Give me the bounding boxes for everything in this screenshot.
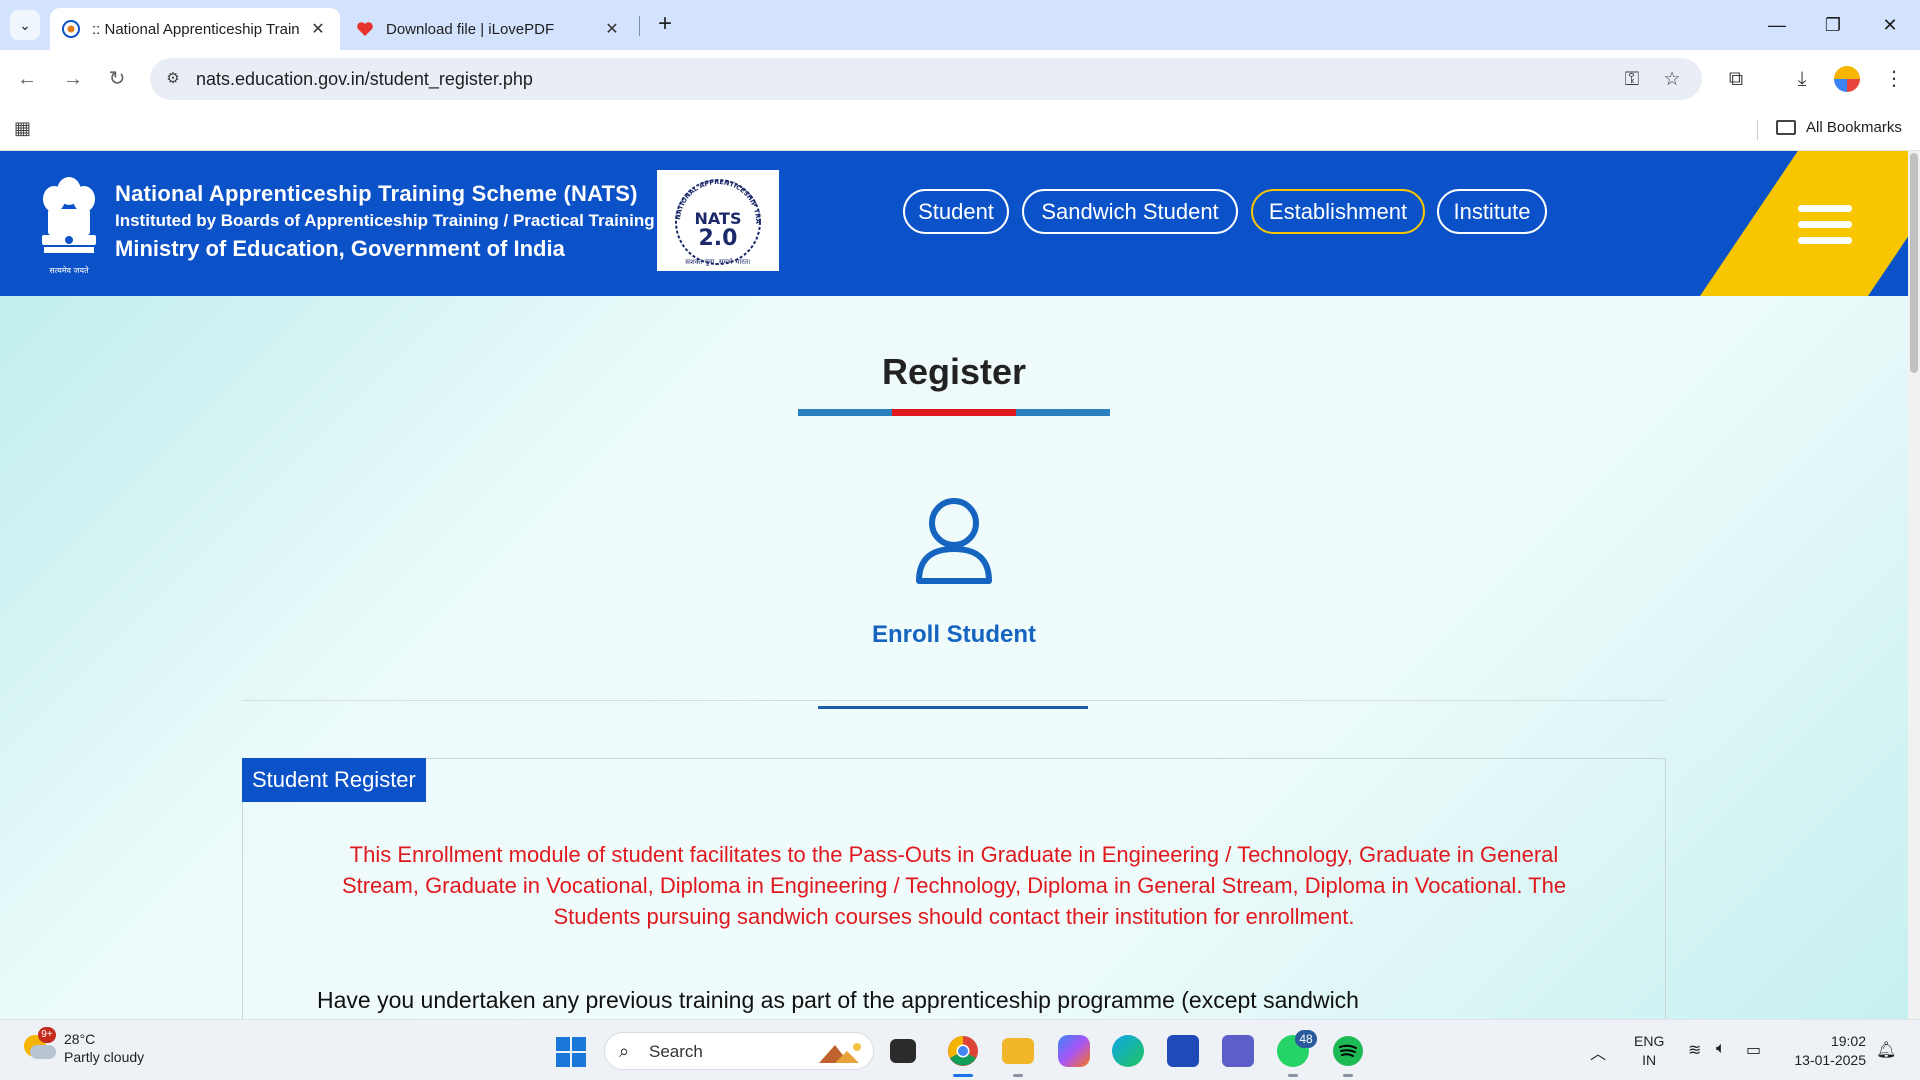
org-subtitle: Instituted by Boards of Apprenticeship T… [115,211,655,230]
heart-icon [357,22,373,36]
running-indicator [1013,1074,1023,1077]
show-hidden-icons-icon[interactable]: ︿ [1590,1040,1606,1064]
page-title: Register [881,351,1027,392]
browser-toolbar: ← → ↻ ⚙ nats.education.gov.in/student_re… [0,50,1920,108]
wifi-icon[interactable]: ≋ [1688,1040,1701,1060]
password-key-icon[interactable]: ⚿ [1620,68,1644,92]
nav-establishment[interactable]: Establishment [1251,189,1425,234]
volume-icon[interactable]: 🔈︎ [1716,1040,1726,1058]
enroll-student-label[interactable]: Enroll Student [800,621,1108,649]
previous-training-question: Have you undertaken any previous trainin… [317,987,1359,1013]
close-icon[interactable]: ✕ [602,19,622,39]
ms-store-icon[interactable] [1167,1035,1199,1067]
organization-title: National Apprenticeship Training Scheme … [115,181,655,262]
battery-icon[interactable]: ▭ [1746,1040,1761,1060]
chrome-active-indicator [953,1074,973,1077]
folder-icon [1776,120,1796,135]
date: 13-01-2025 [1794,1052,1866,1068]
site-info-icon[interactable]: ⚙ [162,68,184,90]
user-icon [916,498,992,584]
temperature: 28°C [64,1031,96,1047]
student-register-tab: Student Register [242,758,426,802]
title-underline [798,409,1110,416]
spotify-icon[interactable] [1332,1035,1364,1067]
tab-strip: ⌄ :: National Apprenticeship Train ✕ Dow… [0,0,1920,50]
weather-badge: 9+ [38,1027,56,1043]
whatsapp-badge: 48 [1295,1030,1317,1048]
taskbar-search[interactable]: ⌕ Search [604,1032,874,1070]
language-indicator[interactable]: ENG IN [1634,1032,1664,1070]
search-icon: ⌕ [619,1041,630,1061]
task-view-icon[interactable] [890,1039,916,1063]
tab-separator [639,16,640,36]
teams-icon[interactable] [1222,1035,1254,1067]
reload-icon[interactable]: ↻ [102,64,132,94]
more-menu-icon[interactable]: ⋮ [1880,65,1908,93]
tab-nats[interactable]: :: National Apprenticeship Train ✕ [50,8,340,50]
active-section-indicator [818,706,1088,709]
window-close-icon[interactable]: ✕ [1870,10,1910,40]
clock[interactable]: 19:02 13-01-2025 [1786,1032,1866,1070]
weather-description: Partly cloudy [64,1049,145,1065]
weather-widget[interactable]: 9+ 28°C Partly cloudy [22,1027,145,1066]
nats-favicon-icon [62,20,80,38]
search-highlight-icon [819,1043,861,1063]
edge-icon[interactable] [1112,1035,1144,1067]
url-text[interactable]: nats.education.gov.in/student_register.p… [196,69,533,90]
partly-cloudy-icon: 9+ [22,1027,56,1065]
emblem-caption: सत्यमेव जयते [49,265,89,275]
address-bar[interactable]: ⚙ nats.education.gov.in/student_register… [150,58,1702,100]
org-ministry: Ministry of Education, Government of Ind… [115,236,565,261]
region-code: IN [1642,1052,1657,1068]
windows-taskbar: 9+ 28°C Partly cloudy ⌕ Search 48 ︿ ENG … [0,1019,1920,1080]
bookmark-star-icon[interactable]: ☆ [1660,68,1684,92]
apps-grid-icon[interactable]: ▦ [14,118,34,138]
all-bookmarks-label: All Bookmarks [1806,119,1902,136]
nav-institute[interactable]: Institute [1437,189,1547,234]
minimize-icon[interactable]: — [1757,10,1797,40]
running-indicator [1288,1074,1298,1077]
nav-student[interactable]: Student [903,189,1009,234]
page-viewport: सत्यमेव जयते National Apprenticeship Tra… [0,151,1920,1019]
tab-ilovepdf[interactable]: Download file | iLovePDF ✕ [344,8,634,50]
national-emblem-icon: सत्यमेव जयते [42,177,96,275]
notification-bell-icon[interactable]: 🔔︎ [1876,1040,1896,1060]
site-header: सत्यमेव जयते National Apprenticeship Tra… [0,151,1920,296]
chrome-icon[interactable] [947,1035,979,1067]
download-icon[interactable]: ⤓ [1788,65,1816,93]
running-indicator [1343,1074,1353,1077]
forward-icon[interactable]: → [58,64,88,94]
enroll-student-card[interactable] [904,491,1004,596]
time: 19:02 [1830,1033,1866,1049]
scrollbar-thumb[interactable] [1910,153,1918,373]
bookmarks-divider [1757,120,1758,140]
language-code: ENG [1634,1033,1665,1049]
page-scrollbar[interactable] [1908,151,1920,1019]
enrollment-notice: This Enrollment module of student facili… [341,842,1567,929]
tab-title: Download file | iLovePDF [386,20,555,38]
back-icon[interactable]: ← [12,64,42,94]
restore-icon[interactable]: ❐ [1813,10,1853,40]
tab-title: :: National Apprenticeship Train [92,20,300,38]
bookmarks-bar: ▦ All Bookmarks [0,108,1920,151]
copilot-icon[interactable] [1058,1035,1090,1067]
logo-version-text: 2.0 [699,226,738,251]
file-explorer-icon[interactable] [1002,1038,1034,1064]
logo-tagline: सशक्त युवा, समर्थ भारत। [685,257,751,266]
nats-logo[interactable]: NATIONAL APPRENTICESHIP TRAINING SCHEME … [654,164,779,271]
extensions-icon[interactable]: ⧉ [1722,65,1750,93]
windows-start-icon[interactable] [556,1037,586,1067]
tab-search-button[interactable]: ⌄ [10,10,40,40]
nav-sandwich-student[interactable]: Sandwich Student [1022,189,1238,234]
close-icon[interactable]: ✕ [308,19,328,39]
section-divider [242,700,1666,701]
org-name: National Apprenticeship Training Scheme … [115,181,638,206]
hamburger-menu-icon[interactable] [1798,205,1852,245]
all-bookmarks-button[interactable]: All Bookmarks [1776,119,1902,136]
new-tab-button[interactable]: + [650,10,680,40]
search-label: Search [649,1042,703,1061]
profile-avatar[interactable] [1834,66,1860,92]
